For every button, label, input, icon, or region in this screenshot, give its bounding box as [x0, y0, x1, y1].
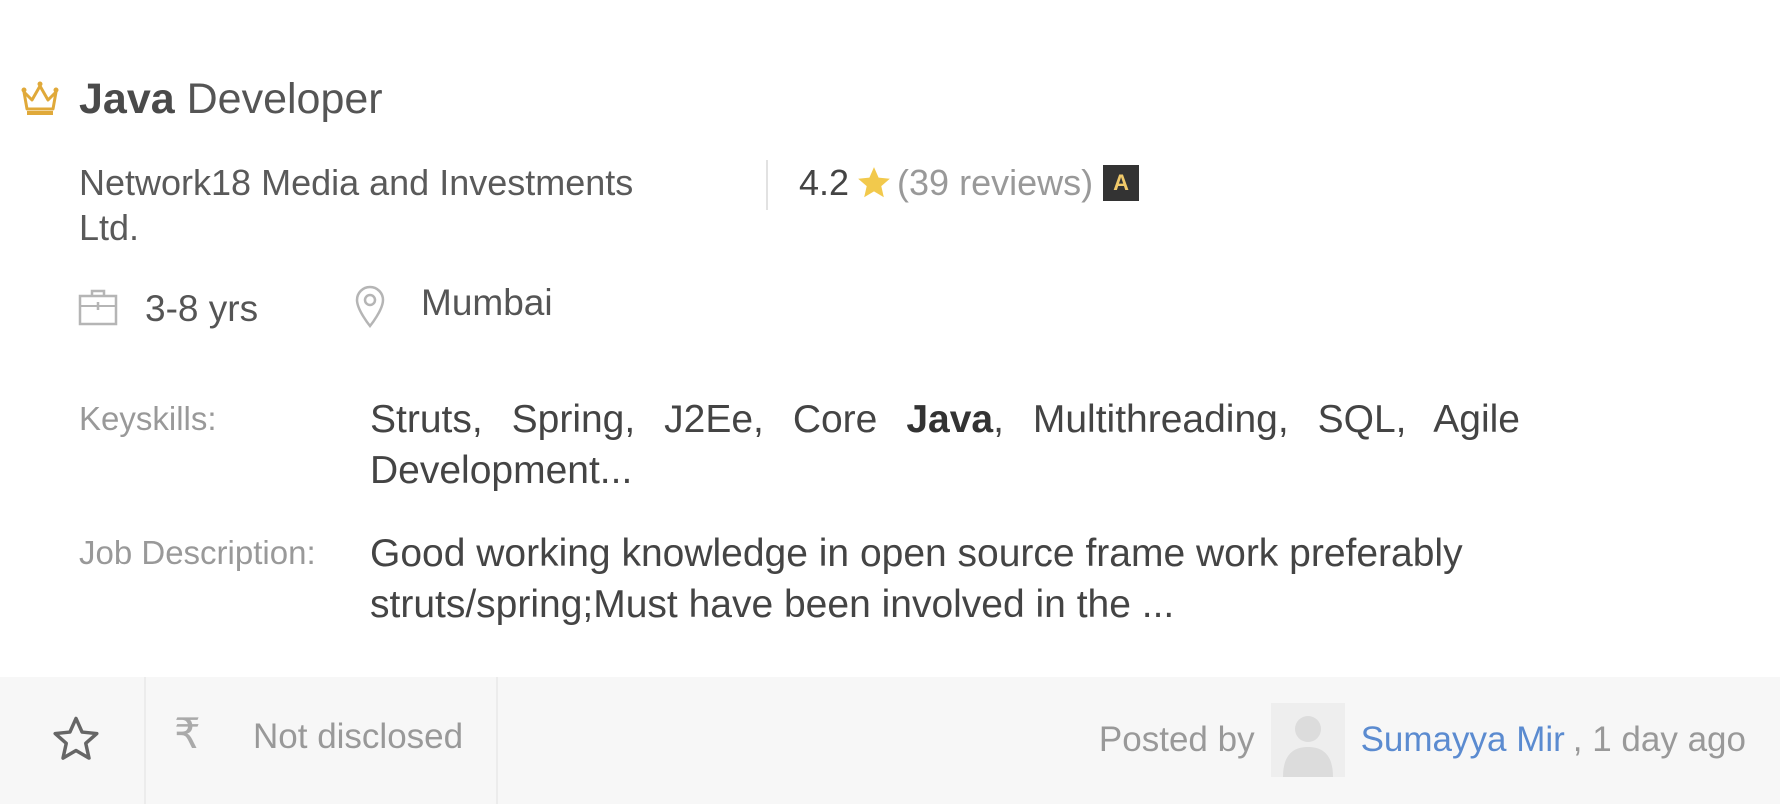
company-rating[interactable]: 4.2 (39 reviews) A — [799, 160, 1140, 206]
user-avatar[interactable] — [1270, 703, 1345, 777]
posted-by-label: Posted by — [1098, 720, 1255, 759]
job-description-label: Job Description: — [79, 534, 316, 571]
job-description-value[interactable]: Good working knowledge in open source fr… — [370, 528, 1520, 630]
location-pin-icon — [355, 285, 385, 328]
keyskills-text-before: Struts, Spring, J2Ee, Core — [370, 398, 907, 441]
location-value[interactable]: Mumbai — [421, 282, 553, 324]
job-card[interactable]: Java Developer Network18 Media and Inves… — [0, 0, 1780, 804]
poster-name-link[interactable]: Sumayya Mir — [1361, 720, 1565, 760]
company-name[interactable]: Network18 Media and Investments Ltd. — [79, 160, 679, 250]
star-outline-icon[interactable] — [48, 713, 104, 765]
keyskills-label: Keyskills: — [79, 400, 217, 437]
keyskills-keyword: Java — [906, 398, 994, 441]
posted-by: Posted by Sumayya Mir , 1 day ago — [1099, 703, 1746, 777]
keyskills-value[interactable]: Struts, Spring, J2Ee, Core Java, Multith… — [370, 394, 1520, 496]
salary-value: Not disclosed — [253, 717, 464, 756]
job-card-footer: ₹ Not disclosed Posted by Sumayya Mir , … — [0, 677, 1780, 804]
posted-ago: , 1 day ago — [1572, 720, 1746, 759]
ambitionbox-badge[interactable]: A — [1103, 165, 1140, 201]
rating-score: 4.2 — [799, 162, 850, 203]
header-divider — [766, 160, 768, 210]
footer-divider — [144, 677, 146, 804]
experience-value: 3-8 yrs — [145, 288, 259, 329]
job-title[interactable]: Java Developer — [79, 74, 383, 126]
footer-divider — [496, 677, 498, 804]
job-title-rest: Developer — [174, 75, 383, 123]
job-title-keyword: Java — [79, 75, 175, 123]
rupee-icon: ₹ — [174, 709, 201, 758]
briefcase-icon — [78, 289, 118, 326]
reviews-count[interactable]: (39 reviews) — [897, 162, 1093, 204]
star-icon — [858, 167, 890, 198]
crown-icon — [21, 81, 59, 115]
